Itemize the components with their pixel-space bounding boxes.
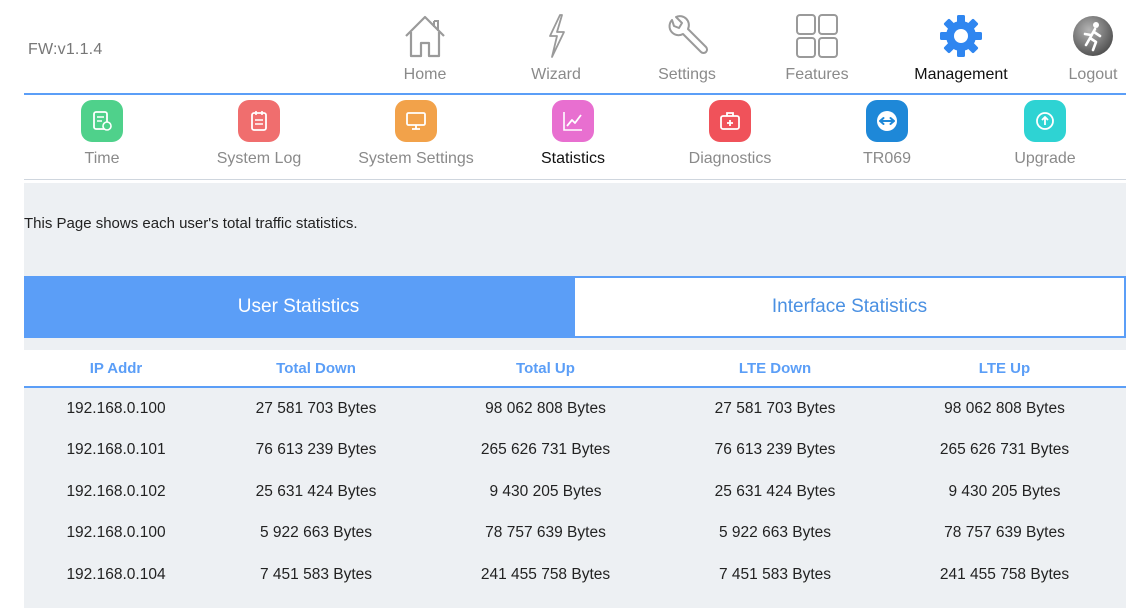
nav-home-label: Home [403, 66, 447, 83]
top-navigation: FW:v1.1.4 Home Wizard Settings Features … [0, 0, 1148, 94]
cell-total-up: 241 455 758 Bytes [480, 565, 611, 583]
tr069-icon [866, 100, 908, 142]
cell-lte-down: 5 922 663 Bytes [718, 524, 832, 542]
cell-ip-addr: 192.168.0.100 [66, 399, 166, 417]
cell-lte-up: 241 455 758 Bytes [939, 565, 1070, 583]
nav-settings[interactable]: Settings [632, 10, 742, 90]
subnav-system-settings[interactable]: System Settings [338, 97, 494, 179]
wrench-icon [668, 15, 709, 55]
table-row: 192.168.0.101 76 613 239 Bytes 265 626 7… [24, 430, 1126, 472]
cell-ip-addr: 192.168.0.102 [66, 482, 166, 500]
subnav-upgrade[interactable]: Upgrade [967, 97, 1123, 179]
time-icon [81, 100, 123, 142]
cell-lte-down: 7 451 583 Bytes [718, 565, 832, 583]
table-row: 192.168.0.102 25 631 424 Bytes 9 430 205… [24, 471, 1126, 513]
cell-total-down: 27 581 703 Bytes [255, 399, 377, 417]
column-lte-down[interactable]: LTE Down [667, 360, 883, 377]
column-lte-up[interactable]: LTE Up [883, 360, 1126, 377]
subnav-system-log[interactable]: System Log [181, 97, 337, 179]
cell-total-down: 5 922 663 Bytes [259, 524, 373, 542]
column-ip-addr[interactable]: IP Addr [24, 360, 208, 377]
cell-ip-addr: 192.168.0.100 [66, 524, 166, 542]
cell-lte-up: 78 757 639 Bytes [944, 524, 1065, 542]
monitor-icon [395, 100, 437, 142]
router-admin-page: FW:v1.1.4 Home Wizard Settings Features … [0, 0, 1148, 608]
subnav-diagnostics-label: Diagnostics [688, 150, 772, 167]
cell-total-up: 265 626 731 Bytes [480, 441, 611, 459]
nav-logout[interactable]: Logout [1038, 10, 1148, 90]
top-divider [24, 93, 1126, 95]
cell-lte-down: 27 581 703 Bytes [714, 399, 836, 417]
subnav-system-log-label: System Log [216, 150, 302, 167]
table-header: IP Addr Total Down Total Up LTE Down LTE… [24, 350, 1126, 388]
wizard-icon [549, 14, 565, 58]
cell-total-up: 9 430 205 Bytes [489, 482, 602, 500]
subnav-system-settings-label: System Settings [358, 150, 474, 167]
cell-total-down: 76 613 239 Bytes [255, 441, 377, 459]
logout-icon [1073, 16, 1113, 56]
subnav-statistics[interactable]: Statistics [495, 97, 651, 179]
cell-ip-addr: 192.168.0.104 [66, 565, 166, 583]
cell-ip-addr: 192.168.0.101 [66, 441, 166, 459]
subnav-divider [24, 179, 1126, 180]
nav-features[interactable]: Features [762, 10, 872, 90]
subnav-time-label: Time [84, 150, 120, 167]
table-row: 192.168.0.104 7 451 583 Bytes 241 455 75… [24, 554, 1126, 596]
cell-lte-up: 9 430 205 Bytes [948, 482, 1061, 500]
nav-management[interactable]: Management [906, 10, 1016, 90]
cell-lte-down: 25 631 424 Bytes [714, 482, 836, 500]
nav-features-label: Features [785, 66, 849, 83]
nav-wizard-label: Wizard [531, 66, 581, 83]
nav-settings-label: Settings [658, 66, 716, 83]
grid-icon [796, 14, 838, 58]
cell-total-down: 7 451 583 Bytes [259, 565, 373, 583]
nav-wizard[interactable]: Wizard [501, 10, 611, 90]
nav-management-label: Management [914, 66, 1008, 83]
cell-lte-up: 98 062 808 Bytes [944, 399, 1065, 417]
statistics-tabs: User Statistics Interface Statistics [24, 276, 1126, 338]
user-statistics-table: IP Addr Total Down Total Up LTE Down LTE… [24, 350, 1126, 596]
subnav-statistics-label: Statistics [540, 150, 605, 167]
subnav-diagnostics[interactable]: Diagnostics [652, 97, 808, 179]
cell-total-down: 25 631 424 Bytes [255, 482, 377, 500]
page-description: This Page shows each user's total traffi… [24, 215, 358, 232]
cell-lte-down: 76 613 239 Bytes [714, 441, 836, 459]
statistics-panel: This Page shows each user's total traffi… [24, 183, 1126, 608]
table-row: 192.168.0.100 5 922 663 Bytes 78 757 639… [24, 513, 1126, 555]
management-subnav: Time System Log System Settings Statisti… [24, 97, 1126, 179]
nav-home[interactable]: Home [370, 10, 480, 90]
tab-user-statistics[interactable]: User Statistics [24, 276, 573, 338]
system-log-icon [238, 100, 280, 142]
tab-interface-statistics[interactable]: Interface Statistics [573, 276, 1126, 338]
table-row: 192.168.0.100 27 581 703 Bytes 98 062 80… [24, 388, 1126, 430]
toolbox-icon [709, 100, 751, 142]
cell-lte-up: 265 626 731 Bytes [939, 441, 1070, 459]
column-total-down[interactable]: Total Down [208, 360, 424, 377]
subnav-time[interactable]: Time [24, 97, 180, 179]
firmware-version: FW:v1.1.4 [28, 41, 103, 58]
upgrade-icon [1024, 100, 1066, 142]
subnav-tr069[interactable]: TR069 [809, 97, 965, 179]
chart-icon [552, 100, 594, 142]
nav-logout-label: Logout [1068, 66, 1118, 83]
cell-total-up: 78 757 639 Bytes [485, 524, 606, 542]
subnav-upgrade-label: Upgrade [1014, 150, 1076, 167]
cell-total-up: 98 062 808 Bytes [485, 399, 606, 417]
column-total-up[interactable]: Total Up [424, 360, 667, 377]
home-icon [405, 15, 445, 58]
gear-icon [940, 15, 982, 57]
subnav-tr069-label: TR069 [862, 150, 912, 167]
